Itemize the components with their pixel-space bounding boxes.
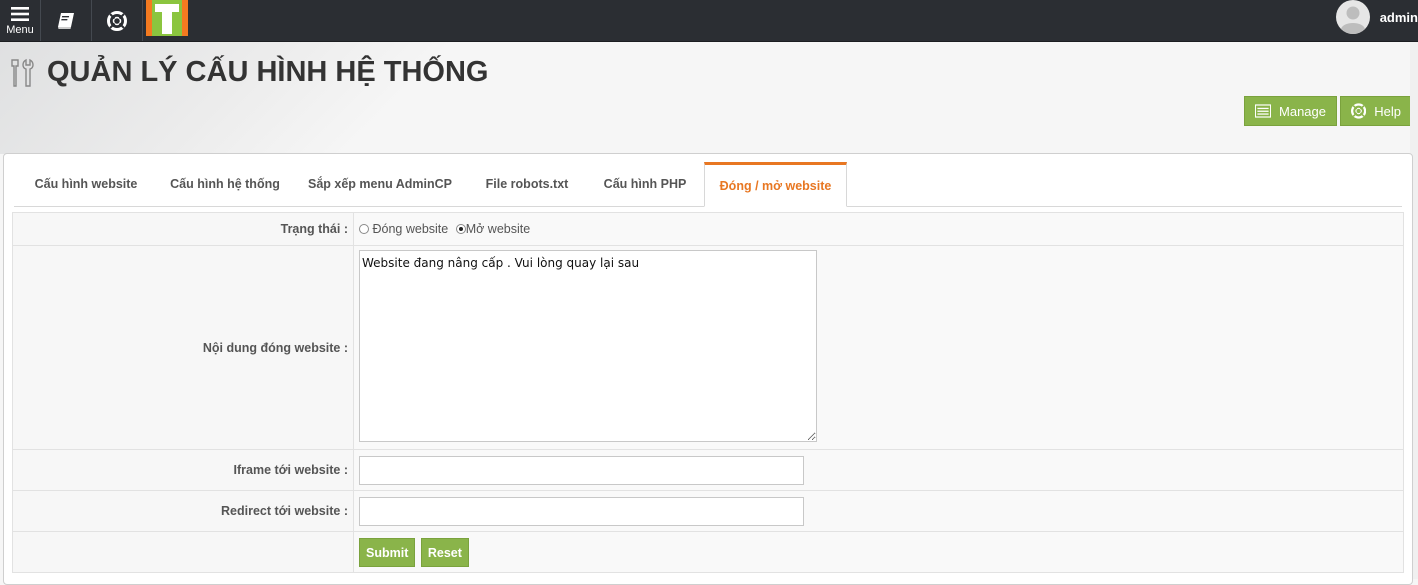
iframe-label: Iframe tới website : xyxy=(12,449,354,491)
tab-system-config[interactable]: Cấu hình hệ thống xyxy=(158,162,292,206)
content-label: Nội dung đóng website : xyxy=(12,245,354,450)
iframe-row: Iframe tới website : xyxy=(12,449,1404,491)
close-website-radio[interactable] xyxy=(359,224,369,234)
brand-logo[interactable] xyxy=(146,0,188,36)
open-website-label[interactable]: Mở website xyxy=(466,222,530,236)
redirect-row: Redirect tới website : xyxy=(12,490,1404,532)
tab-admincp-menu[interactable]: Sắp xếp menu AdminCP xyxy=(292,162,468,206)
close-website-label[interactable]: Đóng website xyxy=(372,222,448,236)
iframe-input[interactable] xyxy=(359,455,804,485)
close-website-form: Trạng thái : Đóng website Mở website Nội… xyxy=(12,212,1404,573)
manage-button[interactable]: Manage xyxy=(1244,96,1337,126)
redirect-label: Redirect tới website : xyxy=(12,490,354,532)
user-name: admin xyxy=(1379,9,1418,25)
book-icon xyxy=(58,12,74,29)
help-label: Help xyxy=(1374,103,1401,119)
status-row: Trạng thái : Đóng website Mở website xyxy=(12,212,1404,246)
tab-php-config[interactable]: Cấu hình PHP xyxy=(586,162,704,206)
content-row: Nội dung đóng website : Website đang nân… xyxy=(12,245,1404,450)
hamburger-icon xyxy=(11,6,29,21)
open-website-radio[interactable] xyxy=(455,224,466,234)
help-button[interactable]: Help xyxy=(1340,96,1412,126)
redirect-input[interactable] xyxy=(359,496,804,526)
actions-row: Submit Reset xyxy=(12,531,1404,573)
book-button[interactable] xyxy=(41,0,92,41)
lifebuoy-button[interactable] xyxy=(92,0,143,41)
menu-label: Menu xyxy=(6,23,34,36)
tab-open-close-website[interactable]: Đóng / mở website xyxy=(704,162,847,207)
tab-bar: Cấu hình website Cấu hình hệ thống Sắp x… xyxy=(14,162,1402,207)
top-bar: Menu admin xyxy=(0,0,1418,42)
list-icon xyxy=(1255,104,1272,118)
status-options: Đóng website Mở website xyxy=(353,212,1404,246)
reset-button[interactable]: Reset xyxy=(420,537,469,567)
lifebuoy-icon xyxy=(1351,103,1367,119)
menu-button[interactable]: Menu xyxy=(0,0,41,41)
manage-label: Manage xyxy=(1279,103,1326,119)
tab-robots-file[interactable]: File robots.txt xyxy=(468,162,586,206)
page-title: QUẢN LÝ CẤU HÌNH HỆ THỐNG xyxy=(47,56,489,88)
tools-icon xyxy=(11,58,34,87)
submit-button[interactable]: Submit xyxy=(359,537,416,567)
avatar-icon xyxy=(1335,0,1370,34)
close-content-textarea[interactable]: Website đang nâng cấp . Vui lòng quay lạ… xyxy=(359,250,817,442)
user-menu[interactable]: admin xyxy=(1335,0,1418,34)
t-logo-icon xyxy=(146,0,188,36)
lifebuoy-icon xyxy=(107,10,127,31)
config-panel: Cấu hình website Cấu hình hệ thống Sắp x… xyxy=(3,153,1413,585)
tab-website-config[interactable]: Cấu hình website xyxy=(14,162,158,206)
status-label: Trạng thái : xyxy=(12,212,354,246)
